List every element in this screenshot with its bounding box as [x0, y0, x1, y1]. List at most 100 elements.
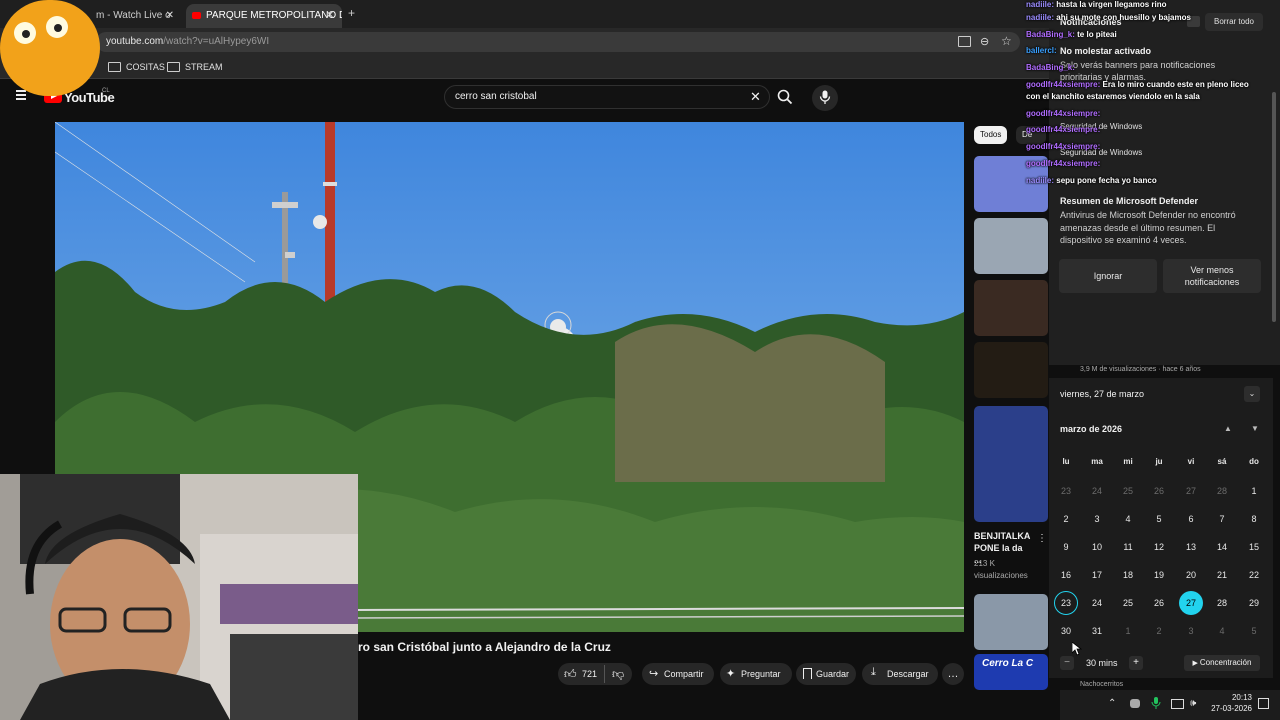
dnd-title: No molestar activado [1060, 46, 1152, 56]
calendar-day[interactable]: 15 [1242, 535, 1266, 559]
chat-username[interactable]: goodlfr44xsiempre: [1026, 109, 1100, 118]
chat-username[interactable]: BadaBing_k: [1026, 63, 1075, 72]
calendar-day[interactable]: 25 [1116, 591, 1140, 615]
calendar-day[interactable]: 4 [1210, 619, 1234, 643]
focus-increase-button[interactable]: + [1129, 656, 1143, 670]
calendar-day[interactable]: 11 [1116, 535, 1140, 559]
clear-search-icon[interactable]: ✕ [750, 89, 761, 105]
chat-username[interactable]: ballercl: [1026, 46, 1057, 55]
calendar-day[interactable]: 7 [1210, 507, 1234, 531]
bookmark-star-icon[interactable]: ☆ [1001, 34, 1012, 48]
calendar-day[interactable]: 5 [1242, 619, 1266, 643]
collapse-calendar-icon[interactable]: ⌄ [1244, 386, 1260, 402]
focus-session-button[interactable]: ▶ Concentración [1184, 655, 1260, 671]
notification-icon[interactable] [1258, 698, 1269, 709]
webcam-overlay [0, 474, 358, 720]
calendar-day[interactable]: 28 [1210, 479, 1234, 503]
chat-username[interactable]: nadiile: [1026, 176, 1054, 185]
recommended-thumbnail[interactable] [974, 342, 1048, 398]
zoom-icon[interactable]: ⊖ [980, 35, 989, 48]
bookmark-cositas[interactable]: COSITAS [108, 59, 165, 75]
chat-username[interactable]: nadiile: [1026, 13, 1054, 22]
chat-username[interactable]: goodlfr44xsiempre: [1026, 159, 1100, 168]
notification-scrollbar[interactable] [1272, 92, 1276, 322]
recommended-thumbnail[interactable] [974, 280, 1048, 336]
calendar-day[interactable]: 14 [1210, 535, 1234, 559]
install-app-icon[interactable] [958, 36, 971, 47]
focus-decrease-button[interactable]: − [1060, 656, 1074, 670]
calendar-day[interactable]: 18 [1116, 563, 1140, 587]
close-tab-icon[interactable]: ✕ [166, 4, 174, 28]
share-icon: ↪ [649, 668, 659, 680]
calendar-day[interactable]: 26 [1147, 591, 1171, 615]
menu-icon[interactable] [16, 90, 26, 100]
clear-all-button[interactable]: Borrar todo [1205, 13, 1263, 31]
calendar-day[interactable]: 28 [1210, 591, 1234, 615]
calendar-day[interactable]: 6 [1179, 507, 1203, 531]
calendar-day[interactable]: 1 [1116, 619, 1140, 643]
calendar-day[interactable]: 24 [1085, 591, 1109, 615]
bookmark-stream[interactable]: STREAM [167, 59, 223, 75]
volume-icon[interactable]: 🕪︎ [1190, 698, 1196, 709]
microphone-tray-icon[interactable] [1151, 697, 1161, 710]
prev-month-icon[interactable]: ▲ [1224, 424, 1232, 433]
calendar-day[interactable]: 12 [1147, 535, 1171, 559]
calendar-day[interactable]: 1 [1242, 479, 1266, 503]
ignore-button[interactable]: Ignorar [1059, 259, 1157, 293]
calendar-day[interactable]: 24 [1085, 479, 1109, 503]
chat-username[interactable]: nadiile: [1026, 0, 1054, 9]
recommended-thumbnail[interactable] [974, 594, 1048, 650]
calendar-day[interactable]: 27 [1179, 479, 1203, 503]
calendar-day[interactable]: 9 [1054, 535, 1078, 559]
calendar-day[interactable]: 21 [1210, 563, 1234, 587]
calendar-day[interactable]: 26 [1147, 479, 1171, 503]
calendar-day[interactable]: 16 [1054, 563, 1078, 587]
recommended-thumbnail[interactable] [974, 406, 1048, 522]
calendar-day[interactable]: 2 [1054, 507, 1078, 531]
calendar-day[interactable]: 13 [1179, 535, 1203, 559]
close-tab-icon[interactable]: ✕ [326, 4, 334, 28]
network-icon[interactable] [1171, 699, 1184, 709]
chat-username[interactable]: goodlfr44xsiempre: [1026, 142, 1100, 151]
chat-username[interactable]: goodlfr44xsiempre: [1026, 80, 1100, 89]
discord-icon[interactable] [1130, 699, 1140, 708]
calendar-day[interactable]: 5 [1147, 507, 1171, 531]
chat-username[interactable]: BadaBing_k: [1026, 30, 1075, 39]
see-less-button[interactable]: Ver menos notificaciones [1163, 259, 1261, 293]
calendar-day[interactable]: 4 [1116, 507, 1140, 531]
calendar-day[interactable]: 30 [1054, 619, 1078, 643]
more-actions-button[interactable]: … [942, 663, 964, 685]
like-icon[interactable]: 👍︎ [564, 667, 577, 682]
recommended-thumbnail[interactable] [974, 218, 1048, 274]
calendar-day[interactable]: 31 [1085, 619, 1109, 643]
search-icon[interactable] [777, 89, 793, 105]
clock-time[interactable]: 20:13 [1204, 693, 1252, 702]
next-month-icon[interactable]: ▼ [1251, 424, 1259, 433]
show-hidden-icons[interactable]: ⌃ [1108, 698, 1116, 709]
calendar-day[interactable]: 22 [1242, 563, 1266, 587]
video-title: ro san Cristóbal junto a Alejandro de la… [358, 640, 611, 654]
calendar-day[interactable]: 17 [1085, 563, 1109, 587]
calendar-day[interactable]: 3 [1179, 619, 1203, 643]
calendar-day[interactable]: 23 [1054, 479, 1078, 503]
calendar-day[interactable]: 8 [1242, 507, 1266, 531]
recommended-thumbnail[interactable]: Cerro La C [974, 654, 1048, 690]
calendar-day[interactable]: 2 [1147, 619, 1171, 643]
chat-username[interactable]: goodlfr44xsiempre: [1026, 125, 1100, 134]
chip-all[interactable]: Todos [974, 126, 1008, 144]
video-menu-icon[interactable]: ⋮ [1037, 533, 1047, 544]
weekday-label: do [1249, 457, 1259, 466]
dislike-icon[interactable]: 👎︎ [612, 667, 624, 682]
calendar-day-today[interactable]: 27 [1179, 591, 1203, 615]
calendar-day[interactable]: 25 [1116, 479, 1140, 503]
new-tab-button[interactable]: + [348, 6, 355, 20]
calendar-day[interactable]: 19 [1147, 563, 1171, 587]
calendar-day[interactable]: 20 [1179, 563, 1203, 587]
calendar-day[interactable]: 29 [1242, 591, 1266, 615]
url-field[interactable]: youtube.com/watch?v=uAlHypey6WI [96, 32, 1020, 52]
tab-youtube[interactable]: PARQUE METROPOLITANO DE ✕ [186, 4, 342, 28]
calendar-day[interactable]: 10 [1085, 535, 1109, 559]
calendar-day[interactable]: 3 [1085, 507, 1109, 531]
calendar-day[interactable]: 23 [1054, 591, 1078, 615]
clock-date[interactable]: 27-03-2026 [1204, 704, 1252, 713]
